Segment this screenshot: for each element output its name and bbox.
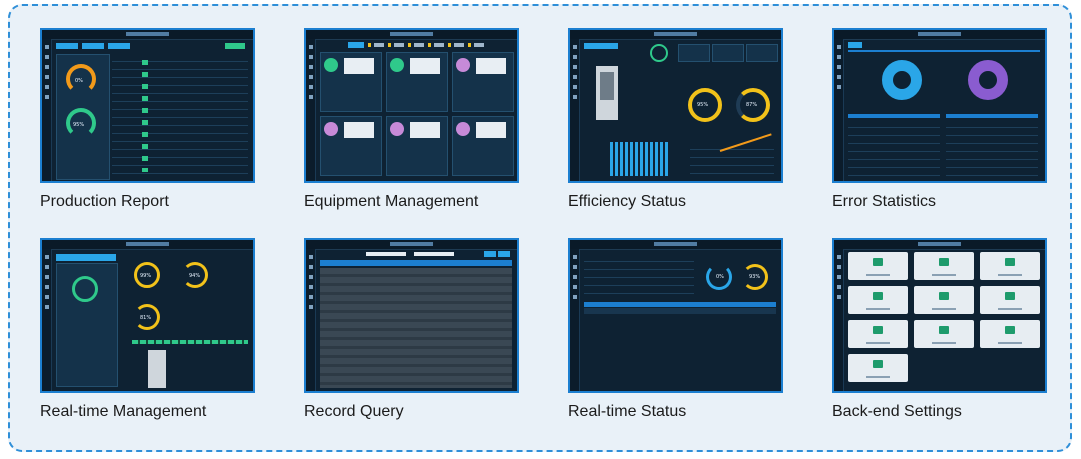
tile-real-time-management[interactable]: 99% 94% 81% Real-time Management (40, 238, 255, 421)
equipment-management-screenshot (304, 28, 519, 183)
caption-record-query: Record Query (304, 403, 404, 420)
error-statistics-screenshot (832, 28, 1047, 183)
tile-back-end-settings[interactable]: Back-end Settings (832, 238, 1047, 421)
tile-record-query[interactable]: Record Query (304, 238, 519, 421)
efficiency-status-screenshot: 95% 87% (568, 28, 783, 183)
tile-equipment-management[interactable]: Equipment Management (304, 28, 519, 211)
caption-efficiency-status: Efficiency Status (568, 193, 686, 210)
showcase-panel: 0% 95% Production Report Equipment Manag… (8, 4, 1072, 452)
caption-real-time-management: Real-time Management (40, 403, 207, 420)
caption-back-end-settings: Back-end Settings (832, 403, 962, 420)
tile-error-statistics[interactable]: Error Statistics (832, 28, 1047, 211)
production-report-screenshot: 0% 95% (40, 28, 255, 183)
tile-production-report[interactable]: 0% 95% Production Report (40, 28, 255, 211)
tile-real-time-status[interactable]: 0% 93% Real-time Status (568, 238, 783, 421)
caption-error-statistics: Error Statistics (832, 193, 937, 210)
record-query-screenshot (304, 238, 519, 393)
real-time-status-screenshot: 0% 93% (568, 238, 783, 393)
caption-equipment-management: Equipment Management (304, 193, 479, 210)
caption-real-time-status: Real-time Status (568, 403, 687, 420)
caption-production-report: Production Report (40, 193, 169, 210)
back-end-settings-screenshot (832, 238, 1047, 393)
tile-efficiency-status[interactable]: 95% 87% Efficiency Status (568, 28, 783, 211)
real-time-management-screenshot: 99% 94% 81% (40, 238, 255, 393)
